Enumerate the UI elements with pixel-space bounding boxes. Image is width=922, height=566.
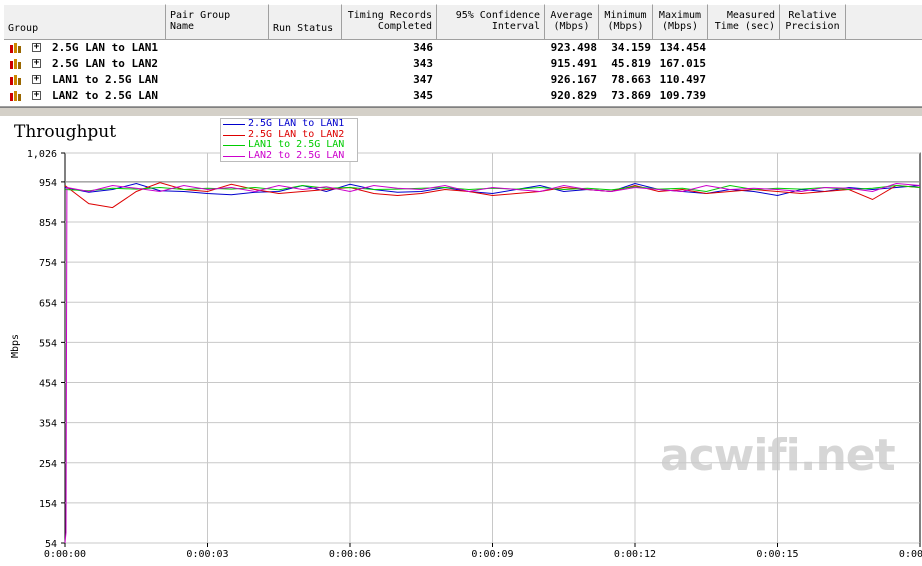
legend-swatch bbox=[223, 124, 245, 125]
row-maximum: 167.015 bbox=[659, 57, 706, 70]
y-tick-label: 354 bbox=[39, 419, 57, 430]
y-tick-label: 754 bbox=[39, 258, 57, 269]
col-header-timing-records[interactable]: Timing Records Completed bbox=[342, 4, 437, 40]
y-tick-label: 954 bbox=[39, 178, 57, 189]
expand-icon[interactable]: + bbox=[32, 59, 41, 68]
expand-icon[interactable]: + bbox=[32, 91, 41, 100]
table-row[interactable]: + 2.5G LAN to LAN2 343 915.491 45.819 16… bbox=[0, 56, 922, 72]
bar-chart-icon bbox=[10, 43, 21, 53]
bar-chart-icon bbox=[10, 91, 21, 101]
legend-swatch bbox=[223, 145, 245, 146]
legend-label: 2.5G LAN to LAN1 bbox=[248, 118, 345, 129]
legend-swatch bbox=[223, 134, 245, 136]
col-header-relative-precision[interactable]: Relative Precision bbox=[780, 4, 846, 40]
x-tick-label: 0:00:03 bbox=[186, 549, 228, 560]
y-tick-label: 454 bbox=[39, 379, 57, 390]
table-row[interactable]: + LAN2 to 2.5G LAN 345 920.829 73.869 10… bbox=[0, 88, 922, 104]
y-tick-label: 554 bbox=[39, 338, 57, 349]
row-minimum: 45.819 bbox=[611, 57, 651, 70]
row-average: 915.491 bbox=[550, 57, 597, 70]
row-records: 343 bbox=[413, 57, 433, 70]
legend-swatch bbox=[223, 155, 245, 157]
row-group-name: 2.5G LAN to LAN1 bbox=[52, 41, 158, 54]
row-average: 923.498 bbox=[550, 41, 597, 54]
legend-item: 2.5G LAN to LAN1 bbox=[221, 118, 357, 130]
legend-item: LAN1 to 2.5G LAN bbox=[221, 139, 357, 151]
row-minimum: 73.869 bbox=[611, 89, 651, 102]
row-records: 347 bbox=[413, 73, 433, 86]
throughput-chart: 1,026954854754654554454354254154540:00:0… bbox=[27, 149, 922, 560]
col-header-average[interactable]: Average (Mbps) bbox=[545, 4, 599, 40]
row-records: 345 bbox=[413, 89, 433, 102]
y-tick-label: 854 bbox=[39, 218, 57, 229]
x-tick-label: 0:00:06 bbox=[329, 549, 371, 560]
legend-label: LAN2 to 2.5G LAN bbox=[248, 149, 345, 161]
col-header-confidence-interval[interactable]: 95% Confidence Interval bbox=[437, 4, 545, 40]
col-header-maximum[interactable]: Maximum (Mbps) bbox=[653, 4, 708, 40]
chart-legend: 2.5G LAN to LAN1 2.5G LAN to LAN2 LAN1 t… bbox=[220, 118, 358, 162]
col-header-pair-group-name[interactable]: Pair Group Name bbox=[166, 4, 269, 40]
row-minimum: 34.159 bbox=[611, 41, 651, 54]
expand-icon[interactable]: + bbox=[32, 75, 41, 84]
table-row[interactable]: + LAN1 to 2.5G LAN 347 926.167 78.663 11… bbox=[0, 72, 922, 88]
row-maximum: 110.497 bbox=[659, 73, 706, 86]
x-tick-label: 0:00:00 bbox=[44, 549, 86, 560]
chart-title: Throughput bbox=[14, 122, 117, 142]
table-row[interactable]: + 2.5G LAN to LAN1 346 923.498 34.159 13… bbox=[0, 40, 922, 56]
row-minimum: 78.663 bbox=[611, 73, 651, 86]
x-tick-label: 0:00:09 bbox=[471, 549, 513, 560]
row-group-name: LAN1 to 2.5G LAN bbox=[52, 73, 158, 86]
x-tick-label: 0:00:15 bbox=[756, 549, 798, 560]
col-header-minimum[interactable]: Minimum (Mbps) bbox=[599, 4, 653, 40]
expand-icon[interactable]: + bbox=[32, 43, 41, 52]
y-axis-label: Mbps bbox=[10, 333, 21, 358]
col-header-filler bbox=[846, 4, 922, 40]
bar-chart-icon bbox=[10, 59, 21, 69]
x-tick-label: 0:00:18 bbox=[899, 549, 922, 560]
row-group-name: LAN2 to 2.5G LAN bbox=[52, 89, 158, 102]
y-tick-label: 1,026 bbox=[27, 149, 57, 160]
row-records: 346 bbox=[413, 41, 433, 54]
y-tick-label: 154 bbox=[39, 499, 57, 510]
y-tick-label: 254 bbox=[39, 459, 57, 470]
row-group-name: 2.5G LAN to LAN2 bbox=[52, 57, 158, 70]
watermark-logo: acwifi.net bbox=[660, 430, 896, 481]
row-maximum: 109.739 bbox=[659, 89, 706, 102]
legend-item: LAN2 to 2.5G LAN bbox=[221, 149, 357, 162]
row-average: 920.829 bbox=[550, 89, 597, 102]
legend-label: LAN1 to 2.5G LAN bbox=[248, 139, 345, 150]
row-maximum: 134.454 bbox=[659, 41, 706, 54]
col-header-group[interactable]: Group bbox=[4, 4, 166, 40]
bar-chart-icon bbox=[10, 75, 21, 85]
results-table: Group Pair Group Name Run Status Timing … bbox=[0, 0, 922, 107]
x-tick-label: 0:00:12 bbox=[614, 549, 656, 560]
y-tick-label: 654 bbox=[39, 298, 57, 309]
row-average: 926.167 bbox=[550, 73, 597, 86]
col-header-run-status[interactable]: Run Status bbox=[269, 4, 342, 40]
col-header-measured-time[interactable]: Measured Time (sec) bbox=[708, 4, 780, 40]
